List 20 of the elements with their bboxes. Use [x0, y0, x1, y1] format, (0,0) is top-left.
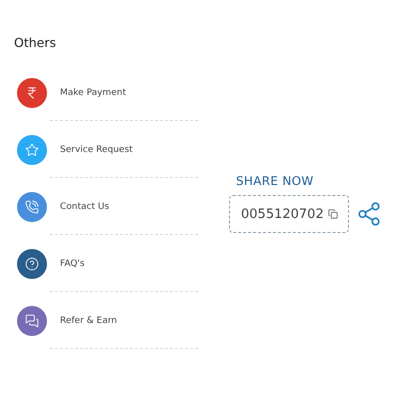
help-icon [25, 256, 39, 270]
menu-item[interactable]: Refer & Earn [60, 316, 117, 326]
menu-icon-badge[interactable] [17, 248, 47, 278]
star-icon [25, 142, 39, 156]
copy-icon[interactable] [328, 209, 338, 219]
chat-icon [25, 314, 39, 328]
menu-item[interactable]: FAQ's [60, 258, 85, 268]
section-title: Others [14, 35, 58, 50]
phone-icon [25, 200, 39, 214]
referral-code-box[interactable]: 0055120702 [229, 195, 349, 233]
menu-item[interactable]: Make Payment [60, 88, 126, 98]
share-title: SHARE NOW [236, 174, 315, 188]
menu-icon-badge[interactable] [17, 192, 47, 222]
rupee-icon [25, 86, 39, 100]
referral-code: 0055120702 [241, 206, 324, 222]
menu-icon-badge[interactable] [17, 306, 47, 336]
menu-item[interactable]: Contact Us [60, 202, 110, 212]
menu-icon-badge[interactable] [17, 78, 47, 108]
share-icon[interactable] [356, 201, 382, 227]
menu-item[interactable]: Service Request [60, 144, 133, 154]
